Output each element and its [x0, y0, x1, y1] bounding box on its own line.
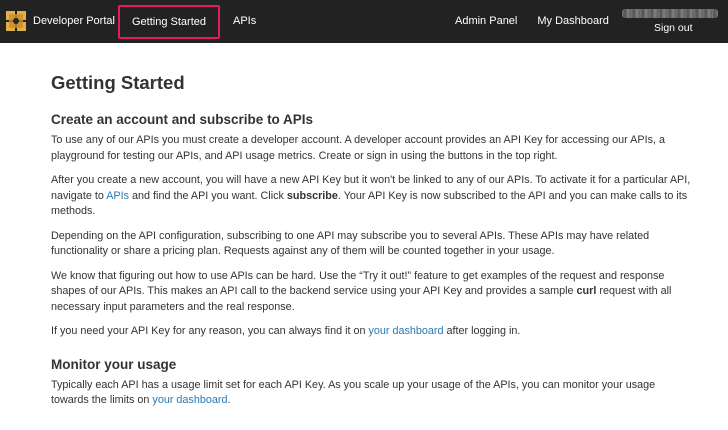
- paragraph-configuration: Depending on the API configuration, subs…: [51, 229, 650, 258]
- nav-admin-panel[interactable]: Admin Panel: [445, 5, 527, 39]
- dashboard-link-usage[interactable]: your dashboard: [152, 394, 227, 406]
- text-segment: after logging in.: [443, 325, 521, 337]
- secondary-nav: Admin Panel My Dashboard: [445, 5, 619, 39]
- brand[interactable]: Developer Portal: [6, 10, 115, 32]
- text-segment: and find the API you want. Click: [129, 189, 287, 202]
- redacted-username: [622, 9, 718, 18]
- subscribe-emphasis: subscribe: [286, 189, 338, 202]
- page-title: Getting Started: [51, 72, 185, 93]
- nav-apis[interactable]: APIs: [220, 5, 269, 39]
- primary-nav: Getting Started APIs: [118, 5, 269, 39]
- paragraph-usage: Typically each API has a usage limit set…: [51, 378, 691, 409]
- text-segment: If you need your API Key for any reason,…: [51, 325, 369, 337]
- text-segment: We know that figuring out how to use API…: [51, 269, 665, 298]
- top-navbar: Developer Portal Getting Started APIs Ad…: [0, 0, 728, 43]
- dashboard-link[interactable]: your dashboard: [369, 325, 444, 337]
- sign-out-link[interactable]: Sign out: [654, 22, 693, 34]
- nav-getting-started[interactable]: Getting Started: [118, 5, 220, 39]
- text-segment: .: [227, 394, 231, 406]
- apis-link[interactable]: APIs: [106, 190, 129, 202]
- user-menu: Sign out: [620, 6, 722, 38]
- paragraph-api-key: If you need your API Key for any reason,…: [51, 324, 691, 340]
- brand-name: Developer Portal: [33, 15, 115, 27]
- paragraph-try-it-out: We know that figuring out how to use API…: [51, 269, 691, 316]
- paragraph-intro: To use any of our APIs you must create a…: [51, 134, 665, 162]
- paragraph-activate: After you create a new account, you will…: [51, 173, 691, 220]
- section-heading-monitor-usage: Monitor your usage: [51, 356, 177, 372]
- curl-emphasis: curl: [576, 285, 597, 297]
- portal-logo-icon: [6, 11, 26, 31]
- text-segment: Typically each API has a usage limit set…: [51, 378, 656, 407]
- section-heading-create-account: Create an account and subscribe to APIs: [51, 112, 314, 127]
- main-content: Getting Started Create an account and su…: [51, 62, 691, 409]
- nav-my-dashboard[interactable]: My Dashboard: [527, 5, 619, 39]
